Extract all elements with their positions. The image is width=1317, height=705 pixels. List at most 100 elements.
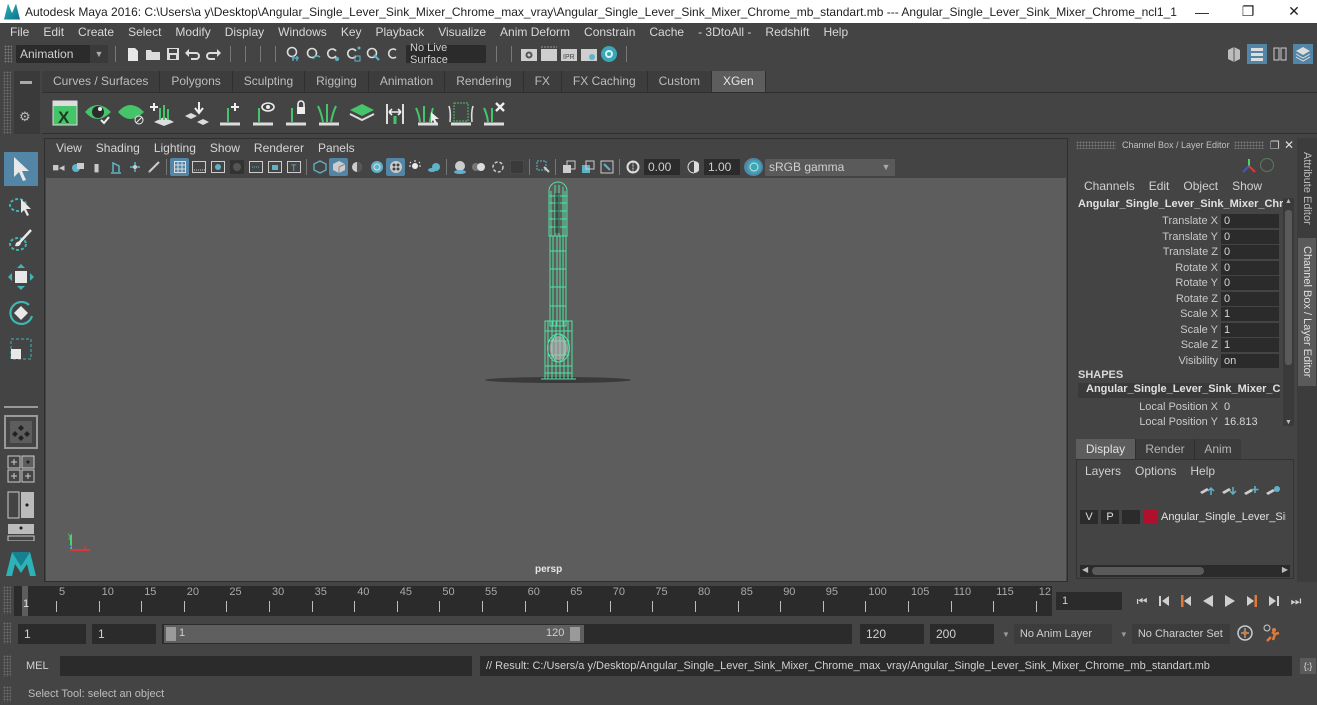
sink-mixer-wireframe[interactable] [483,181,633,383]
xgen-preview-icon[interactable] [81,97,114,129]
layer-menu-layers[interactable]: Layers [1085,464,1121,478]
2d-pan-zoom-icon[interactable] [125,158,144,176]
camera-attributes-icon[interactable] [68,158,87,176]
channel-row[interactable]: Scale X1 [1074,306,1279,321]
panel-menu-shading[interactable]: Shading [89,141,147,155]
view-transform-toggle-icon[interactable] [744,158,763,176]
channel-row[interactable]: Rotate Y0 [1074,275,1279,290]
shelf-grip[interactable] [3,71,11,134]
screen-space-ao-icon[interactable] [450,158,469,176]
menu-key[interactable]: Key [334,23,369,42]
render-frame-icon[interactable] [539,44,559,64]
animation-end-field[interactable]: 200 [930,624,994,644]
float-panel-icon[interactable]: ❐ [1270,139,1282,152]
channel-row[interactable]: Translate Y0 [1074,229,1279,244]
range-end-handle[interactable] [570,627,580,641]
menu-modify[interactable]: Modify [168,23,217,42]
xgen-add-guide-icon[interactable] [213,97,246,129]
move-layer-up-icon[interactable] [1199,485,1215,500]
channel-value-field[interactable]: 0 [1221,244,1279,259]
snap-grid-icon[interactable] [283,44,303,64]
range-start-handle[interactable] [166,627,176,641]
menu-cache[interactable]: Cache [642,23,691,42]
step-back-frame-button[interactable] [1153,591,1175,611]
anim-layer-dropdown[interactable]: No Anim Layer [1013,624,1112,644]
command-input[interactable] [60,656,472,676]
menu-edit[interactable]: Edit [36,23,71,42]
xray-joints-icon[interactable] [597,158,616,176]
menu-redshift[interactable]: Redshift [758,23,816,42]
channel-value-field[interactable]: 16.813 [1221,415,1279,429]
command-line-grip[interactable] [3,655,11,677]
xgen-import-icon[interactable] [180,97,213,129]
shelf-tab-custom[interactable]: Custom [647,71,712,92]
step-forward-key-button[interactable] [1241,591,1263,611]
xray-active-components-icon[interactable] [578,158,597,176]
shelf-tab-rendering[interactable]: Rendering [445,71,524,92]
safe-action-icon[interactable] [265,158,284,176]
layer-hscrollbar[interactable]: ◀ ▶ [1080,565,1290,577]
channel-row[interactable]: Scale Z1 [1074,337,1279,352]
layer-color-swatch[interactable] [1143,509,1158,524]
layer-menu-options[interactable]: Options [1135,464,1176,478]
shelf-tab-menu-icon[interactable] [20,81,32,84]
step-forward-frame-button[interactable] [1263,591,1285,611]
status-line-grip[interactable] [4,45,12,63]
channel-value-field[interactable]: 1 [1221,337,1279,352]
panel-menu-lighting[interactable]: Lighting [147,141,203,155]
layer-name[interactable]: Angular_Single_Lever_Sir [1161,511,1286,523]
channel-box-tab[interactable]: Channel Box / Layer Editor [1298,238,1316,386]
maya-home-icon[interactable] [4,548,38,578]
channel-value-field[interactable]: on [1221,353,1279,368]
go-to-start-button[interactable]: ⏮ [1131,591,1153,611]
four-pane-layout-button[interactable] [4,452,38,486]
shelf-tab-fx-caching[interactable]: FX Caching [561,71,648,92]
snap-live-icon[interactable] [363,44,383,64]
range-slider[interactable]: 1 120 [162,624,852,644]
menu-create[interactable]: Create [71,23,121,42]
film-gate-icon[interactable] [189,158,208,176]
textured-icon[interactable] [386,158,405,176]
live-surface-field[interactable]: No Live Surface [406,42,486,66]
animation-start-field[interactable]: 1 [18,624,86,644]
bookmark-icon[interactable]: ▮ [87,158,106,176]
snap-view-plane-icon[interactable] [343,44,363,64]
color-space-dropdown[interactable]: sRGB gamma ▼ [765,158,895,176]
xgen-rebuild-guides-icon[interactable] [312,97,345,129]
channel-value-field[interactable]: 0 [1221,260,1279,275]
create-layer-from-selected-icon[interactable] [1265,485,1281,500]
xray-icon[interactable] [559,158,578,176]
snap-curve-icon[interactable] [303,44,323,64]
menu-anim-deform[interactable]: Anim Deform [493,23,577,42]
timeline-grip[interactable] [3,586,11,614]
layer-tab-display[interactable]: Display [1076,439,1135,459]
channel-row[interactable]: Scale Y1 [1074,322,1279,337]
outliner-persp-layout-button[interactable] [4,488,38,522]
panel-grip[interactable] [1076,141,1116,149]
shelf-tab-sculpting[interactable]: Sculpting [232,71,306,92]
lasso-tool-button[interactable] [4,188,38,222]
scrollbar-thumb[interactable] [1285,210,1292,365]
anim-layer-dropdown-arrow-icon[interactable]: ▼ [1002,630,1010,639]
grease-pencil-icon[interactable] [144,158,163,176]
xgen-patch-icon[interactable] [345,97,378,129]
field-chart-icon[interactable] [246,158,265,176]
safe-title-icon[interactable]: T [284,158,303,176]
wireframe-shading-icon[interactable] [310,158,329,176]
script-editor-icon[interactable]: {;} [1300,658,1316,674]
panel-menu-renderer[interactable]: Renderer [247,141,311,155]
shelf-tab-animation[interactable]: Animation [368,71,446,92]
open-scene-icon[interactable] [143,44,163,64]
menu-3dtoall[interactable]: - 3DtoAll - [691,23,758,42]
shelf-tab-curves-surfaces[interactable]: Curves / Surfaces [42,71,161,92]
xgen-create-description-icon[interactable] [147,97,180,129]
image-plane-icon[interactable] [106,158,125,176]
layer-row[interactable]: V P Angular_Single_Lever_Sir [1080,508,1290,525]
layer-display-type-toggle[interactable] [1122,509,1140,524]
panel-menu-show[interactable]: Show [203,141,247,155]
multisample-aa-icon[interactable] [488,158,507,176]
menu-file[interactable]: File [3,23,36,42]
move-layer-down-icon[interactable] [1221,485,1237,500]
layer-playback-toggle[interactable]: P [1101,509,1119,524]
xgen-select-guides-icon[interactable] [411,97,444,129]
